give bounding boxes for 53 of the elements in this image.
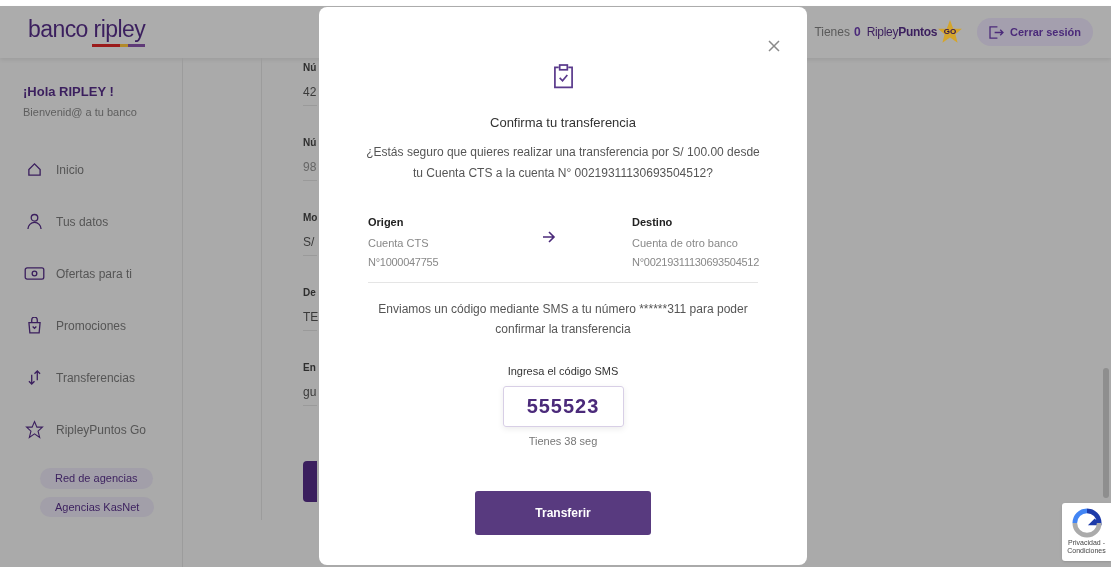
star-icon [24,420,44,439]
recaptcha-logo-icon [1071,508,1102,538]
account-heading: Origen [368,214,405,230]
button-background [303,461,317,502]
logout-icon [989,25,1005,39]
shopping-bag-icon [27,317,41,334]
star-badge: GO [937,19,964,45]
logo-stripe [92,43,146,47]
right-arrow-icon [542,230,556,243]
account-number: N°00219311130693504512 [632,254,758,270]
points-label: Tienes [814,24,850,41]
confirmation-question: ¿Estás seguro que quieres realizar una transferencia por S/ 100.00 desde tu Cuenta CTS a la cuenta N° 00219311130693504512? [365,143,761,182]
bank-logo[interactable]: banco ripley [28,17,146,41]
form-value: TE [303,309,317,326]
scrollbar[interactable] [1103,368,1109,498]
points-value: 0 [853,24,861,41]
agency-link[interactable]: Red de agencias [40,468,153,489]
account-number: N°1000047755 [368,254,440,270]
banknote-icon [23,267,45,280]
sms-code-field[interactable]: 555523 [502,385,624,427]
account-type: Cuenta CTS [368,236,430,251]
agency-link[interactable]: Agencias KasNet [40,496,155,517]
home-icon [26,162,42,177]
person-icon [26,213,42,230]
sidebar-item[interactable]: Transferencias [56,368,135,387]
dialog-title: Confirma tu transferencia [490,114,636,132]
code-label: Ingresa el código SMS [507,364,619,379]
countdown-timer: Tienes 38 seg [528,433,598,449]
transfer-button[interactable]: Transferir [475,491,651,535]
sidebar-item[interactable]: Ofertas para ti [56,264,133,283]
form-value: 98 [303,159,317,176]
form-value: S/ [303,234,316,251]
sidebar-item[interactable]: Tus datos [56,212,109,231]
form-label: Nú [303,61,317,75]
logout-button[interactable]: Cerrar sesión [977,18,1093,46]
points-brand: RipleyPuntos [866,24,938,41]
form-label: De [303,286,317,300]
sidebar-item[interactable]: RipleyPuntos Go [56,420,147,439]
welcome-text: Bienvenid@ a tu banco [23,104,138,120]
sidebar-item[interactable]: Inicio [56,160,84,179]
account-heading: Destino [632,214,674,230]
form-label: Mo [303,211,317,225]
up-down-arrows-icon [27,370,41,385]
sidebar-item[interactable]: Promociones [56,316,127,335]
form-label: En [303,361,317,375]
form-label: Nú [303,136,317,150]
clipboard-check-icon [552,63,574,89]
form-value: 42 [303,84,317,101]
account-type: Cuenta de otro banco [632,236,739,251]
close-button[interactable] [767,39,781,53]
greeting: ¡Hola RIPLEY ! [23,83,115,101]
form-value: gu [303,384,317,401]
sms-notice: Enviamos un código mediante SMS a tu número ******311 para poder confirmar la transferencia [377,301,749,338]
